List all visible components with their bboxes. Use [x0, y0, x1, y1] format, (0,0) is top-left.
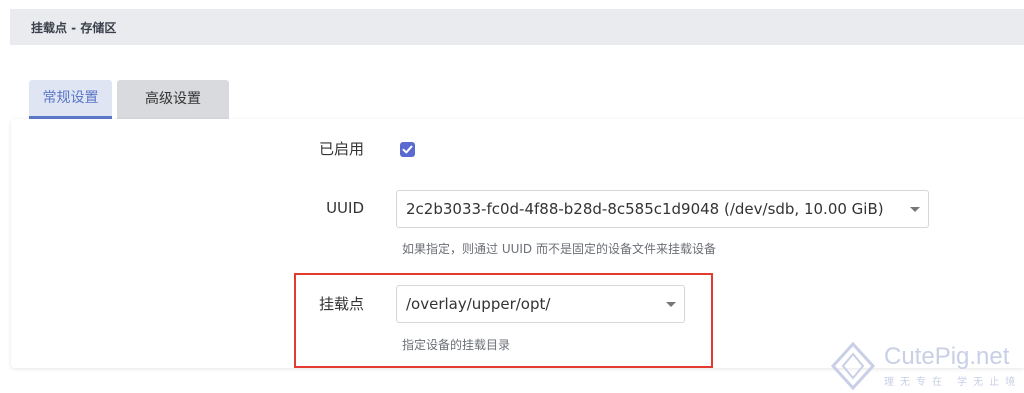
uuid-label: UUID [326, 199, 364, 217]
chevron-down-icon [910, 207, 920, 212]
uuid-row: UUID [200, 199, 364, 219]
enabled-row: 已启用 [200, 138, 364, 158]
tab-general-settings[interactable]: 常规设置 [29, 80, 112, 119]
page-header: 挂载点 - 存储区 [10, 9, 1024, 45]
uuid-help-text: 如果指定，则通过 UUID 而不是固定的设备文件来挂载设备 [402, 242, 716, 256]
uuid-select-value: 2c2b3033-fc0d-4f88-b28d-8c585c1d9048 (/d… [406, 200, 884, 218]
watermark: CutePig.net 理无专在 学无止境 [826, 341, 1024, 393]
page-title: 挂载点 - 存储区 [31, 21, 117, 35]
watermark-subtext: 理无专在 学无止境 [884, 377, 1022, 388]
highlight-box [294, 273, 713, 368]
checkmark-icon [402, 145, 413, 154]
watermark-text: CutePig.net [884, 343, 1010, 370]
uuid-select[interactable]: 2c2b3033-fc0d-4f88-b28d-8c585c1d9048 (/d… [396, 190, 929, 228]
enabled-checkbox[interactable] [400, 142, 415, 157]
tab-advanced-settings[interactable]: 高级设置 [117, 80, 229, 119]
watermark-logo-icon [830, 341, 876, 391]
enabled-label: 已启用 [318, 140, 364, 158]
